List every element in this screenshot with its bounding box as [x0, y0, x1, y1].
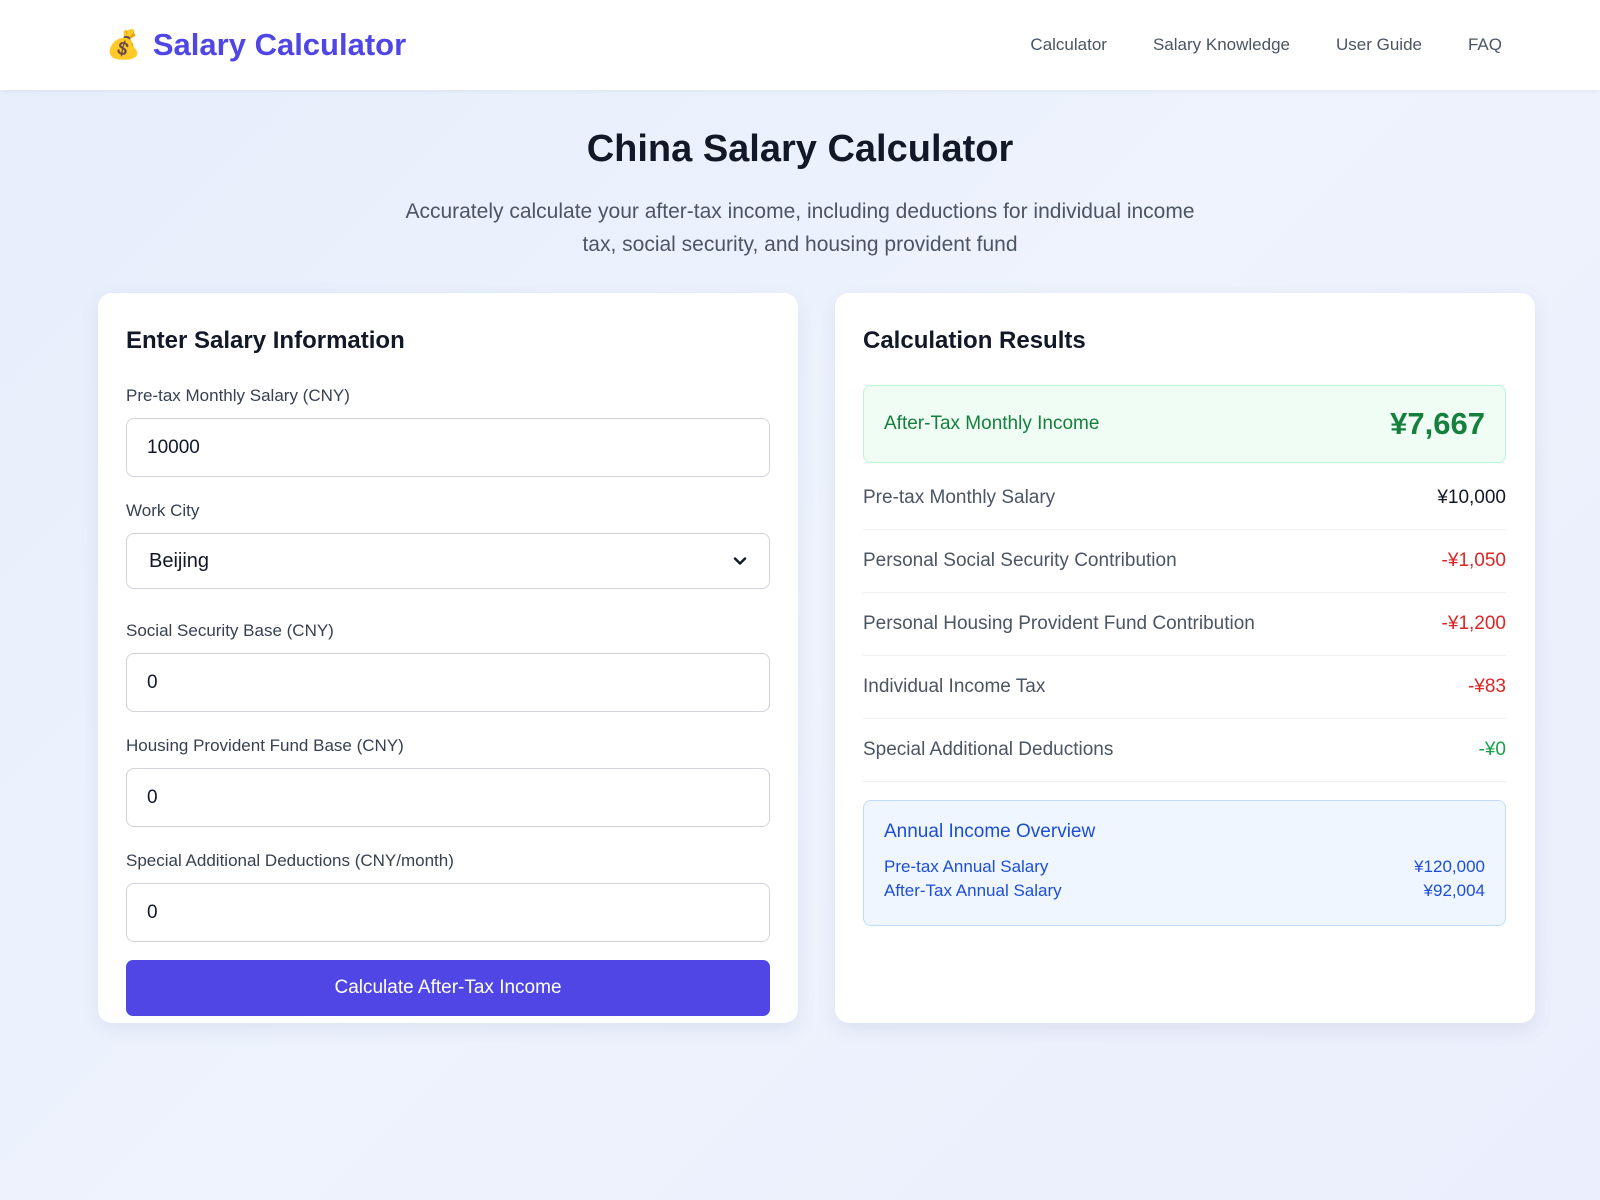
- result-row-label: Personal Social Security Contribution: [863, 550, 1177, 571]
- input-card-title: Enter Salary Information: [126, 327, 405, 354]
- after-tax-highlight: After-Tax Monthly Income ¥7,667: [863, 385, 1506, 463]
- top-header: 💰 Salary Calculator Calculator Salary Kn…: [0, 0, 1600, 90]
- annual-row-aftertax: After-Tax Annual Salary ¥92,004: [884, 879, 1485, 903]
- ss-base-input[interactable]: [126, 653, 770, 712]
- nav-salary-knowledge[interactable]: Salary Knowledge: [1153, 35, 1290, 55]
- result-row: Special Additional Deductions -¥0: [863, 719, 1506, 782]
- result-row-value: ¥10,000: [1437, 487, 1506, 508]
- result-row: Personal Housing Provident Fund Contribu…: [863, 593, 1506, 656]
- city-select-value: Beijing: [149, 549, 210, 572]
- result-row-label: Personal Housing Provident Fund Contribu…: [863, 613, 1255, 634]
- annual-row-pretax: Pre-tax Annual Salary ¥120,000: [884, 855, 1485, 879]
- result-row-value: -¥83: [1467, 676, 1506, 697]
- after-tax-label: After-Tax Monthly Income: [884, 413, 1100, 434]
- annual-pretax-label: Pre-tax Annual Salary: [884, 857, 1049, 876]
- city-label: Work City: [126, 501, 200, 520]
- hpf-base-label: Housing Provident Fund Base (CNY): [126, 736, 404, 755]
- annual-pretax-value: ¥120,000: [1414, 857, 1485, 876]
- annual-overview-title: Annual Income Overview: [884, 821, 1096, 842]
- special-deductions-label: Special Additional Deductions (CNY/month…: [126, 851, 454, 870]
- result-row: Personal Social Security Contribution -¥…: [863, 530, 1506, 593]
- hpf-base-input[interactable]: [126, 768, 770, 827]
- result-row-value: -¥1,050: [1441, 550, 1506, 571]
- salary-input[interactable]: [126, 418, 770, 477]
- result-row-label: Individual Income Tax: [863, 676, 1046, 697]
- annual-aftertax-label: After-Tax Annual Salary: [884, 881, 1062, 900]
- money-bag-icon: 💰: [106, 29, 141, 60]
- calculate-button[interactable]: Calculate After-Tax Income: [126, 960, 770, 1016]
- result-row: Pre-tax Monthly Salary ¥10,000: [863, 467, 1506, 530]
- hero: China Salary Calculator Accurately calcu…: [0, 90, 1600, 261]
- nav-user-guide[interactable]: User Guide: [1336, 35, 1422, 55]
- page-title: China Salary Calculator: [586, 128, 1014, 170]
- cards-container: Enter Salary Information Pre-tax Monthly…: [98, 293, 1535, 1023]
- result-row-value: -¥1,200: [1441, 613, 1506, 634]
- ss-base-label: Social Security Base (CNY): [126, 621, 334, 640]
- result-row-label: Special Additional Deductions: [863, 739, 1114, 760]
- brand-title: Salary Calculator: [152, 27, 407, 62]
- nav-faq[interactable]: FAQ: [1468, 35, 1502, 55]
- city-select[interactable]: Beijing: [126, 533, 770, 589]
- results-card-title: Calculation Results: [863, 327, 1086, 354]
- page-subtitle: Accurately calculate your after-tax inco…: [405, 200, 1195, 256]
- salary-label: Pre-tax Monthly Salary (CNY): [126, 386, 350, 405]
- nav-calculator[interactable]: Calculator: [1030, 35, 1107, 55]
- annual-overview: Annual Income Overview Pre-tax Annual Sa…: [863, 800, 1506, 926]
- results-card: Calculation Results After-Tax Monthly In…: [835, 293, 1535, 1023]
- chevron-down-icon: [733, 557, 747, 565]
- result-row: Individual Income Tax -¥83: [863, 656, 1506, 719]
- annual-aftertax-value: ¥92,004: [1423, 881, 1485, 900]
- result-row-label: Pre-tax Monthly Salary: [863, 487, 1056, 508]
- after-tax-value: ¥7,667: [1390, 406, 1485, 441]
- special-deductions-input[interactable]: [126, 883, 770, 942]
- brand[interactable]: 💰 Salary Calculator: [106, 27, 406, 63]
- input-card: Enter Salary Information Pre-tax Monthly…: [98, 293, 798, 1023]
- main-nav: Calculator Salary Knowledge User Guide F…: [1030, 35, 1502, 55]
- result-row-value: -¥0: [1478, 739, 1506, 760]
